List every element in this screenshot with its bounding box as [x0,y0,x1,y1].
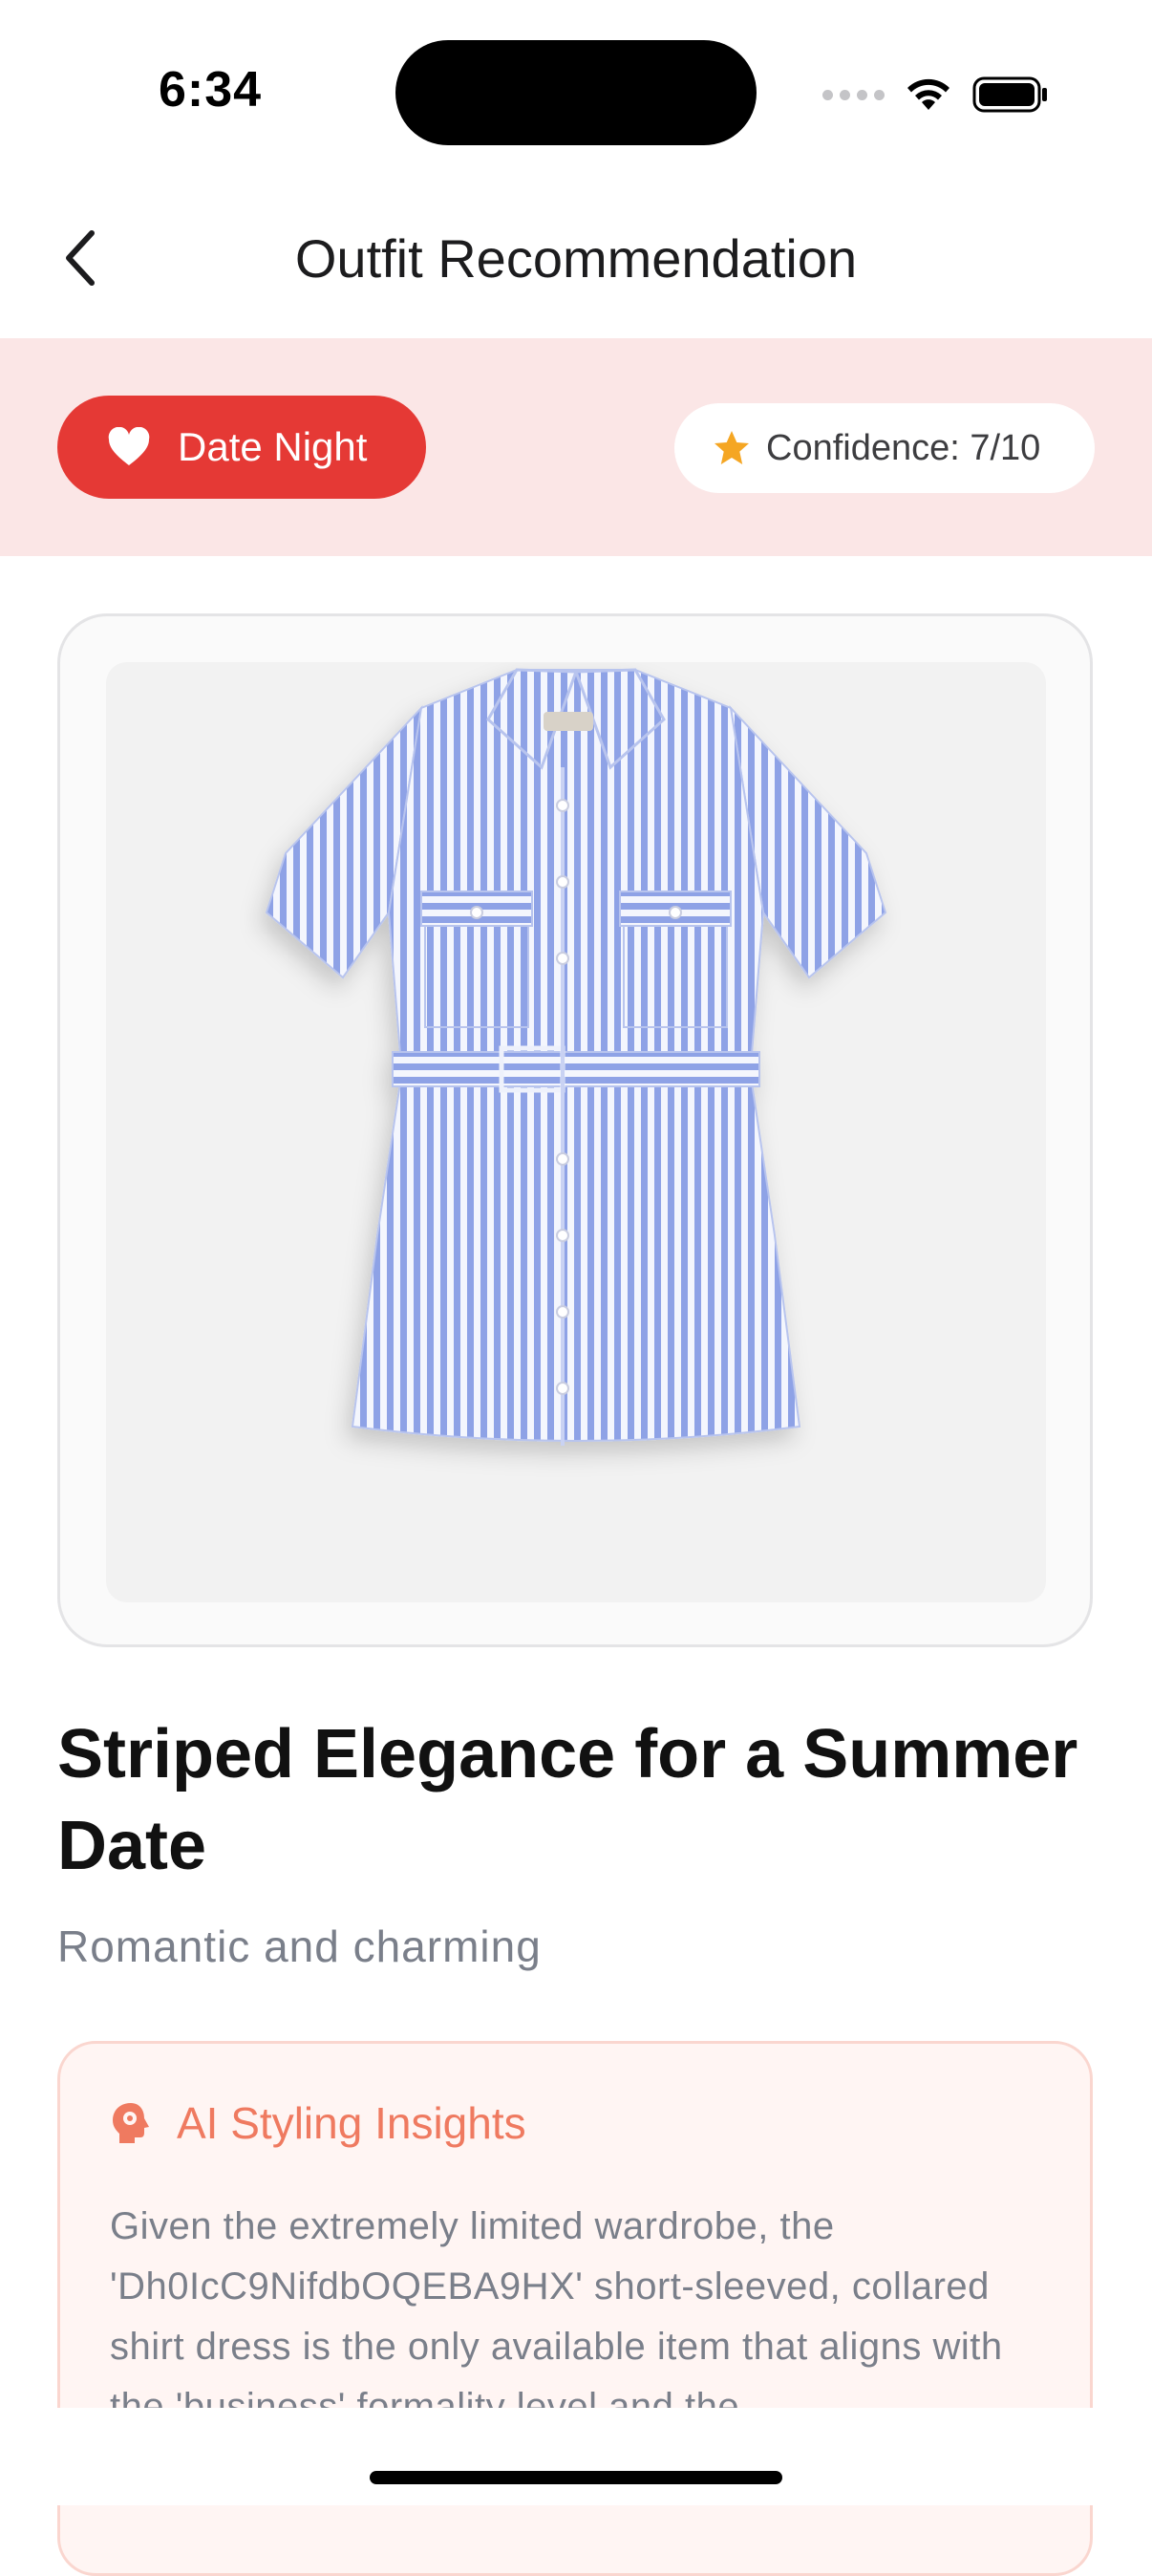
occasion-label: Date Night [178,424,368,469]
insights-title: AI Styling Insights [177,2098,526,2148]
occasion-chip[interactable]: Date Night [57,396,426,499]
occasion-band: Date Night Confidence: 7/10 [0,338,1152,556]
status-bar: 6:34 [0,0,1152,182]
brain-head-icon [110,2101,152,2145]
heart-icon [107,427,151,467]
star-icon [713,429,751,467]
confidence-label: Confidence: 7/10 [766,427,1041,468]
page-title: Outfit Recommendation [294,228,858,289]
outfit-subtitle: Romantic and charming [57,1921,542,1971]
wifi-icon [907,78,949,110]
cellular-signal-icon [822,89,885,100]
status-icons [822,71,1049,118]
confidence-badge: Confidence: 7/10 [674,403,1095,493]
outfit-image [106,662,1046,1602]
striped-shirt-dress-image [265,668,887,1446]
home-indicator[interactable] [370,2471,782,2484]
insights-text: Given the extremely limited wardrobe, th… [110,2205,1003,2428]
outfit-title: Striped Elegance for a Summer Date [57,1716,1078,1884]
insights-header: AI Styling Insights [110,2097,526,2149]
status-time: 6:34 [159,62,263,118]
nav-header: Outfit Recommendation [0,182,1152,338]
battery-icon [972,76,1047,113]
dynamic-island [395,40,757,145]
outfit-image-card [57,613,1093,1647]
home-indicator-area [0,2408,1152,2505]
